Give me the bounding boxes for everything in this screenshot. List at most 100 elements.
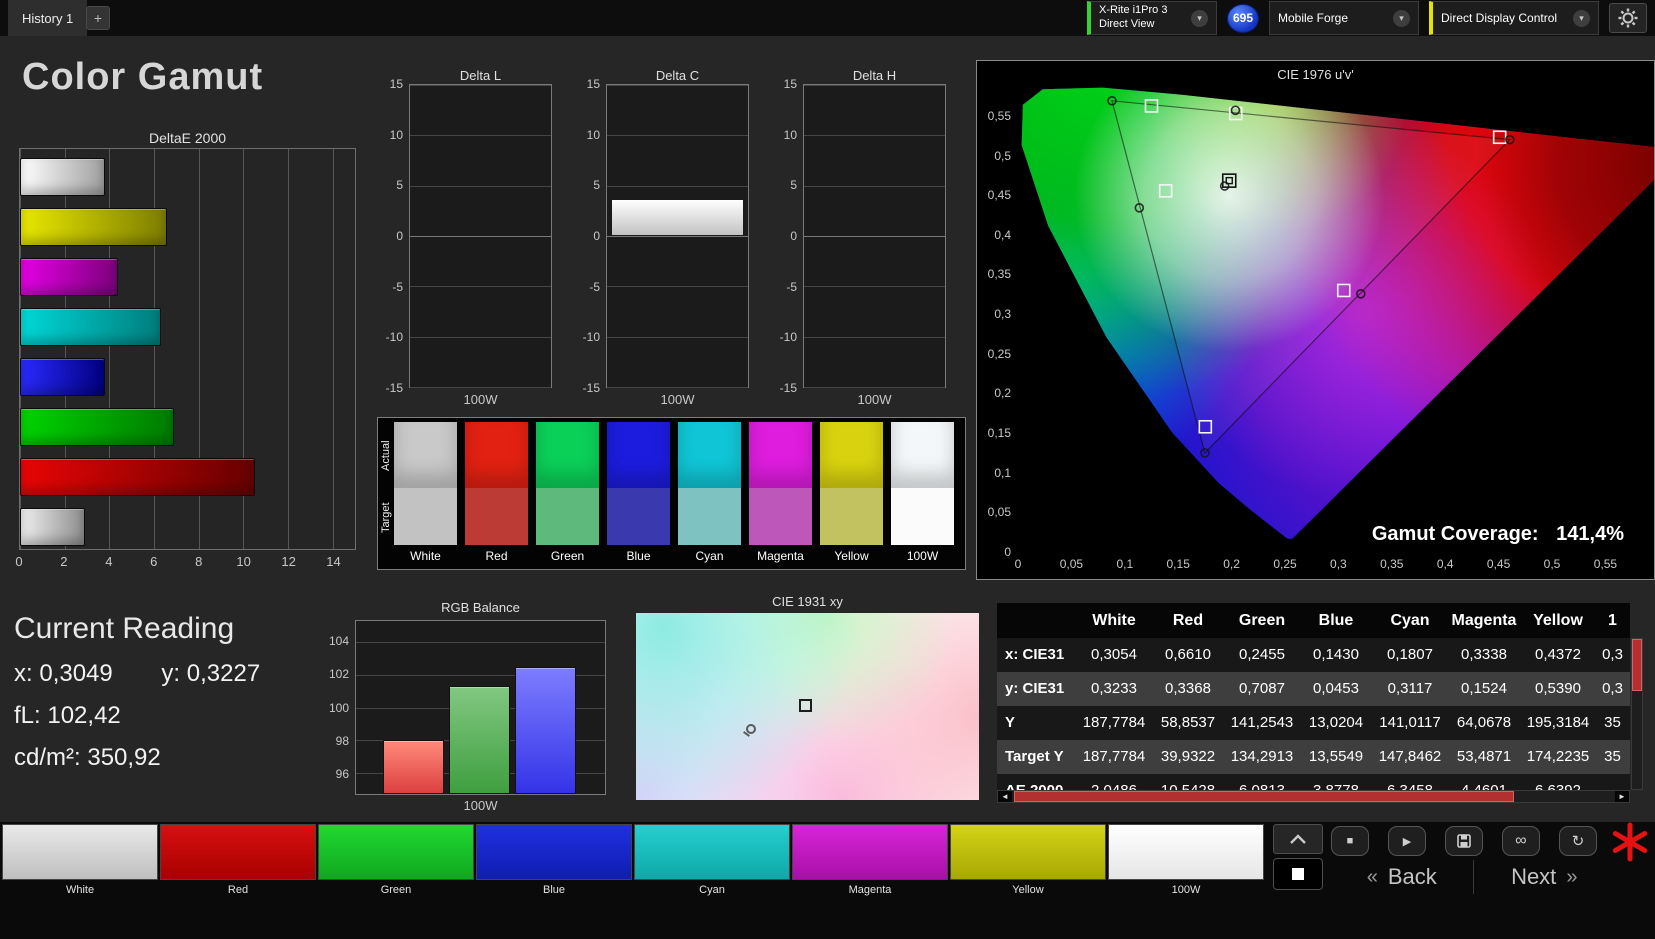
meter-label: X-Rite i1Pro 3 Direct View	[1099, 4, 1167, 32]
pattern-button-red[interactable]: Red	[160, 824, 316, 896]
pattern-button-green[interactable]: Green	[318, 824, 474, 896]
play-measure-button[interactable]: ▶	[1388, 826, 1426, 856]
settings-button[interactable]	[1609, 3, 1647, 33]
table-cell: 13,0204	[1308, 714, 1364, 731]
reading-cdm2: cd/m²: 350,92	[14, 744, 314, 772]
rgb-y-labels: 104 102 100 98 96	[327, 620, 355, 795]
table-column-header: White	[1092, 612, 1136, 629]
deltae-bar-red	[20, 458, 255, 496]
asterisk-icon	[1612, 822, 1648, 862]
delta-gridline	[804, 236, 945, 237]
pattern-button-blue[interactable]: Blue	[476, 824, 632, 896]
next-button[interactable]: Next »	[1472, 860, 1616, 894]
actual-swatch	[820, 422, 883, 488]
swatch-label: Magenta	[757, 549, 804, 563]
table-row[interactable]: x: CIE31 0,3054 0,6610 0,2455 0,1430 0,1807 0,…	[997, 638, 1630, 672]
delta-gridline	[607, 336, 748, 338]
fl-value: 102,42	[47, 702, 121, 729]
stop-measure-button[interactable]: ■	[1331, 826, 1369, 856]
swatch-column-yellow: Yellow	[820, 422, 883, 563]
delta-y-tick-label: 15	[389, 77, 403, 91]
table-row[interactable]: Target Y 187,7784 39,9322 134,2913 13,5549 14…	[997, 740, 1630, 774]
tab-history-1[interactable]: History 1	[8, 0, 88, 36]
scrollbar-thumb[interactable]	[1632, 639, 1642, 691]
y-value: 0,3227	[186, 660, 261, 687]
save-icon	[1457, 834, 1471, 848]
deltae-bar-white	[20, 158, 105, 196]
gamut-coverage-label: Gamut Coverage:	[1371, 523, 1539, 545]
pattern-window-button[interactable]	[1273, 858, 1323, 890]
table-cell: 53,4871	[1456, 748, 1512, 765]
target-swatch	[394, 488, 457, 545]
meter-dropdown[interactable]: X-Rite i1Pro 3 Direct View ▾	[1087, 1, 1217, 35]
display-control-dropdown[interactable]: Direct Display Control ▾	[1429, 1, 1599, 35]
table-column-header: 1	[1608, 612, 1617, 629]
delta-y-tick-label: -5	[589, 279, 600, 294]
chevron-down-icon: ▾	[1191, 9, 1208, 27]
chevron-up-icon	[1290, 834, 1306, 844]
back-button[interactable]: « Back	[1331, 860, 1473, 894]
table-row[interactable]: y: CIE31 0,3233 0,3368 0,7087 0,0453 0,3117 0,…	[997, 672, 1630, 706]
measuring-indicator[interactable]	[1610, 822, 1650, 862]
swatch-column-white: White	[394, 422, 457, 563]
infinity-icon: ∞	[1515, 832, 1527, 849]
table-cell: 0,0453	[1313, 680, 1359, 697]
table-row[interactable]: Y 187,7784 58,8537 141,2543 13,0204 141,0117 6…	[997, 706, 1630, 740]
delta-l-chart: Delta L 15 10 5 0 -5 -10 -15 100W	[354, 60, 560, 410]
add-tab-button[interactable]: +	[86, 6, 110, 30]
scroll-left-button[interactable]: ◄	[998, 791, 1012, 802]
table-column-header: Cyan	[1390, 612, 1430, 629]
pattern-button-yellow[interactable]: Yellow	[950, 824, 1106, 896]
refresh-button[interactable]: ↻	[1559, 826, 1597, 856]
pattern-label: White	[65, 884, 95, 896]
table-cell: 187,7784	[1082, 714, 1146, 731]
pattern-label: Yellow	[1012, 884, 1044, 896]
delta-y-tick-label: -15	[582, 381, 600, 395]
scrollbar-thumb[interactable]	[1014, 791, 1514, 802]
pattern-label: Magenta	[848, 884, 892, 896]
delta-gridline	[607, 85, 748, 86]
delta-y-tick-label: 5	[396, 178, 403, 193]
rgb-y-tick-label: 104	[328, 634, 349, 649]
table-cell: 6,6392	[1521, 774, 1595, 790]
delta-gridline	[410, 336, 551, 338]
rgb-gridline	[356, 642, 605, 644]
table-column-header: Magenta	[1451, 612, 1517, 629]
table-horizontal-scrollbar[interactable]: ◄ ►	[997, 790, 1630, 803]
delta-y-tick-label: 0	[593, 229, 600, 243]
pattern-swatch	[2, 824, 158, 880]
delta-gridline	[607, 236, 748, 237]
gear-icon	[1618, 8, 1638, 28]
table-cell: 35	[1604, 714, 1621, 731]
pattern-swatch	[476, 824, 632, 880]
delta-gridline	[804, 85, 945, 86]
source-dropdown[interactable]: Mobile Forge ▾	[1269, 1, 1419, 35]
table-cell: 64,0678	[1456, 714, 1512, 731]
meter-name: X-Rite i1Pro 3	[1099, 4, 1168, 17]
deltae-x-tick-label: 10	[236, 554, 251, 569]
scroll-right-button[interactable]: ►	[1615, 791, 1629, 802]
reading-xy: x: 0,3049 y: 0,3227	[14, 660, 314, 688]
swatch-label: Red	[485, 549, 508, 563]
deltae-x-tick-label: 6	[150, 554, 158, 569]
expand-patterns-button[interactable]	[1273, 824, 1323, 854]
pattern-button-100w[interactable]: 100W	[1108, 824, 1264, 896]
delta-gridline	[607, 387, 748, 388]
save-button[interactable]	[1445, 826, 1483, 856]
delta-y-tick-label: 0	[790, 229, 797, 243]
rgb-bar-green	[449, 686, 510, 794]
table-vertical-scrollbar[interactable]	[1631, 638, 1643, 790]
pattern-button-cyan[interactable]: Cyan	[634, 824, 790, 896]
delta-gridline	[804, 286, 945, 288]
pattern-button-white[interactable]: White	[2, 824, 158, 896]
pattern-button-magenta[interactable]: Magenta	[792, 824, 948, 896]
delta-h-y-axis: 15 10 5 0 -5 -10 -15	[748, 77, 803, 395]
delta-y-tick-label: -15	[779, 381, 797, 395]
continuous-measure-button[interactable]: ∞	[1502, 826, 1540, 856]
actual-swatch	[465, 422, 528, 488]
table-row[interactable]: ΔE 20002,048610,54286,08133,87786,34584,…	[997, 774, 1630, 790]
actual-target-strip: Actual Target White Red Green Blue Cyan Magen…	[377, 417, 966, 570]
table-cell: 0,3233	[1091, 680, 1137, 697]
meter-mode: Direct View	[1099, 18, 1155, 30]
delta-y-tick-label: 5	[790, 178, 797, 193]
